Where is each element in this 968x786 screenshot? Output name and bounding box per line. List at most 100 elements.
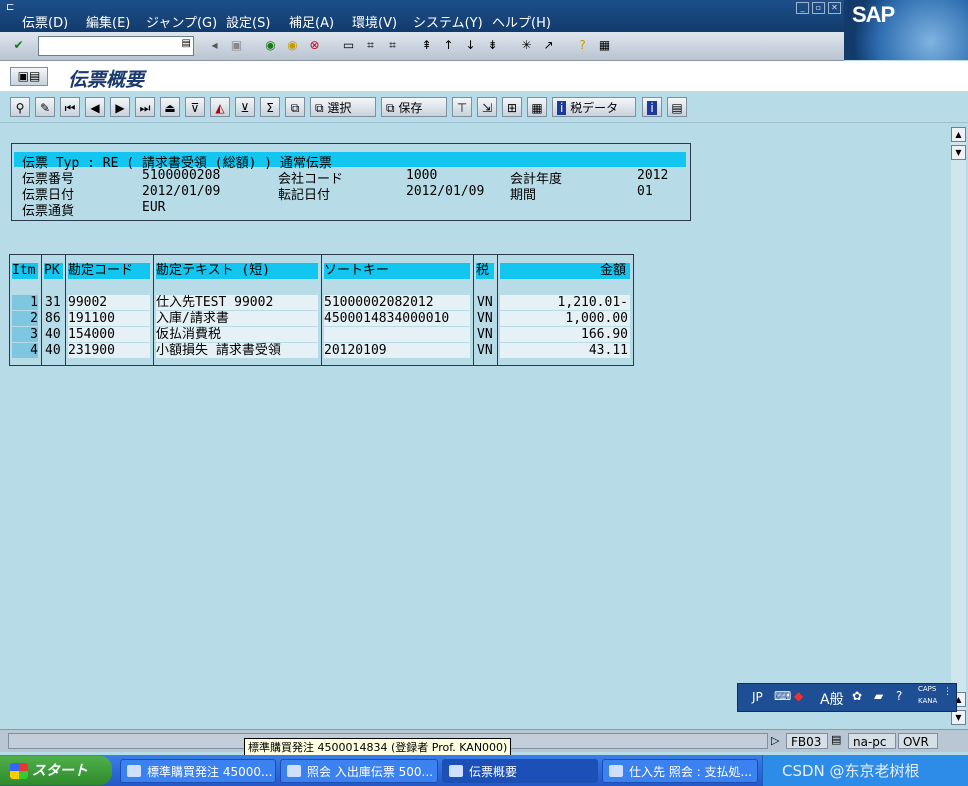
- table-row-sort-key[interactable]: 4500014834000010: [324, 311, 470, 326]
- window-menu-icon[interactable]: ⊏: [6, 2, 14, 13]
- ime-help-icon[interactable]: ?: [896, 689, 902, 703]
- sort-desc-icon[interactable]: ⊽: [185, 97, 205, 117]
- col-header-amount[interactable]: 金額: [500, 263, 630, 279]
- table-row-itm[interactable]: 4: [12, 343, 38, 358]
- sort-asc-icon[interactable]: ⏏: [160, 97, 180, 117]
- start-button[interactable]: スタート: [0, 756, 112, 785]
- find-next-icon[interactable]: ⌗: [384, 37, 401, 54]
- ime-language-bar[interactable]: JP ⌨ ◆ A般 ✿ ▰ ? CAPS KANA ⋮: [737, 683, 957, 712]
- last-item-icon[interactable]: ⏭: [135, 97, 155, 117]
- layout-icon[interactable]: ⊤: [452, 97, 472, 117]
- ime-lang[interactable]: JP: [752, 690, 763, 704]
- ime-tools-icon[interactable]: ✿: [852, 689, 862, 703]
- task-material-document[interactable]: 照会 入出庫伝票 500...: [280, 759, 438, 783]
- col-header-account[interactable]: 勘定コード: [68, 263, 150, 279]
- keyboard-icon[interactable]: ⌨: [774, 689, 791, 703]
- table-row-itm[interactable]: 2: [12, 311, 38, 326]
- menu-extras[interactable]: 補足(A): [289, 12, 334, 31]
- help-icon[interactable]: ?: [574, 37, 591, 54]
- ime-options-icon[interactable]: ⋮: [943, 687, 952, 697]
- table-row-text[interactable]: 小額損失 請求書受領: [156, 343, 318, 358]
- delete-filter-icon[interactable]: ◭: [210, 97, 230, 117]
- status-overwrite-mode[interactable]: OVR: [898, 733, 938, 749]
- ime-dictionary-icon[interactable]: ▰: [874, 689, 883, 703]
- sum-icon[interactable]: Σ: [260, 97, 280, 117]
- details-icon[interactable]: ⊞: [502, 97, 522, 117]
- select-layout-button[interactable]: ⧉ 選択: [310, 97, 376, 117]
- col-header-sort-key[interactable]: ソートキー: [324, 263, 470, 279]
- menu-environment[interactable]: 環境(V): [352, 12, 397, 31]
- exit-icon[interactable]: ◉: [284, 37, 301, 54]
- layout-menu-icon[interactable]: ▦: [596, 37, 613, 54]
- close-icon[interactable]: ✕: [828, 2, 841, 14]
- table-row-amount[interactable]: 1,210.01-: [500, 295, 630, 310]
- menu-goto[interactable]: ジャンプ(G): [146, 12, 217, 31]
- next-page-icon[interactable]: ↓: [462, 37, 479, 54]
- ime-pad-icon[interactable]: ◆: [794, 689, 803, 703]
- enter-check-icon[interactable]: ✔: [10, 37, 27, 54]
- col-header-itm[interactable]: Itm: [12, 263, 38, 279]
- shortcut-icon[interactable]: ↗: [540, 37, 557, 54]
- task-vendor-display[interactable]: 仕入先 照会 : 支払処...: [602, 759, 758, 783]
- table-row-sort-key[interactable]: 51000002082012: [324, 295, 470, 310]
- menu-document[interactable]: 伝票(D): [22, 12, 68, 31]
- next-item-icon[interactable]: ▶: [110, 97, 130, 117]
- table-row-text[interactable]: 仕入先TEST 99002: [156, 295, 318, 310]
- previous-item-icon[interactable]: ◀: [85, 97, 105, 117]
- table-row-account[interactable]: 154000: [68, 327, 150, 342]
- save-layout-button[interactable]: ⧉ 保存: [381, 97, 447, 117]
- col-header-account-text[interactable]: 勘定テキスト (短): [156, 263, 318, 279]
- scroll-up-icon[interactable]: ▼: [951, 145, 966, 160]
- prev-page-icon[interactable]: ↑: [440, 37, 457, 54]
- new-session-icon[interactable]: ✳: [518, 37, 535, 54]
- display-icon[interactable]: ▣▤: [10, 67, 48, 86]
- last-page-icon[interactable]: ⇟: [484, 37, 501, 54]
- col-header-tax[interactable]: 税: [476, 263, 494, 279]
- ime-mode[interactable]: A般: [820, 689, 844, 709]
- edit-pencil-icon[interactable]: ✎: [35, 97, 55, 117]
- scroll-bottom-icon[interactable]: ▼: [951, 710, 966, 725]
- first-page-icon[interactable]: ⇞: [418, 37, 435, 54]
- status-expand-icon[interactable]: ▷: [771, 734, 779, 747]
- col-header-pk[interactable]: PK: [44, 263, 63, 279]
- first-item-icon[interactable]: ⏮: [60, 97, 80, 117]
- vertical-scrollbar[interactable]: ▲ ▼ ▲ ▼: [951, 127, 966, 725]
- table-row-itm[interactable]: 3: [12, 327, 38, 342]
- restore-icon[interactable]: ▫: [812, 2, 825, 14]
- back-icon[interactable]: ◉: [262, 37, 279, 54]
- table-row-amount[interactable]: 43.11: [500, 343, 630, 358]
- find-icon[interactable]: ⌗: [362, 37, 379, 54]
- history-icon[interactable]: ▤: [182, 38, 191, 49]
- zoom-icon[interactable]: ⚲: [10, 97, 30, 117]
- export-icon[interactable]: ⇲: [477, 97, 497, 117]
- filter-icon[interactable]: ⊻: [235, 97, 255, 117]
- back-arrow-small-icon[interactable]: ◂: [206, 37, 223, 54]
- display-doc-icon[interactable]: ▤: [667, 97, 687, 117]
- calculator-icon[interactable]: ▦: [527, 97, 547, 117]
- table-row-sort-key[interactable]: 20120109: [324, 343, 470, 358]
- save-icon[interactable]: ▣: [228, 37, 245, 54]
- menu-settings[interactable]: 設定(S): [226, 12, 270, 31]
- tax-data-button[interactable]: i 税データ: [552, 97, 636, 117]
- table-row-itm[interactable]: 1: [12, 295, 38, 310]
- cancel-icon[interactable]: ⊗: [306, 37, 323, 54]
- table-row-text[interactable]: 仮払消費税: [156, 327, 318, 342]
- menu-system[interactable]: システム(Y): [413, 12, 483, 31]
- scroll-top-icon[interactable]: ▲: [951, 127, 966, 142]
- menu-help[interactable]: ヘルプ(H): [492, 12, 551, 31]
- menu-edit[interactable]: 編集(E): [86, 12, 130, 31]
- minimize-icon[interactable]: _: [796, 2, 809, 14]
- doc-info-icon[interactable]: i: [642, 97, 662, 117]
- table-row-sort-key[interactable]: [324, 327, 470, 342]
- session-info-icon[interactable]: ▤: [831, 733, 841, 746]
- table-row-account[interactable]: 191100: [68, 311, 150, 326]
- table-row-account[interactable]: 231900: [68, 343, 150, 358]
- print-icon[interactable]: ▭: [340, 37, 357, 54]
- table-row-text[interactable]: 入庫/請求書: [156, 311, 318, 326]
- table-row-amount[interactable]: 166.90: [500, 327, 630, 342]
- command-field[interactable]: ▤: [38, 36, 194, 56]
- table-row-amount[interactable]: 1,000.00: [500, 311, 630, 326]
- table-row-account[interactable]: 99002: [68, 295, 150, 310]
- subtotal-icon[interactable]: ⧉: [285, 97, 305, 117]
- task-purchase-order[interactable]: 標準購買発注 45000...: [120, 759, 276, 783]
